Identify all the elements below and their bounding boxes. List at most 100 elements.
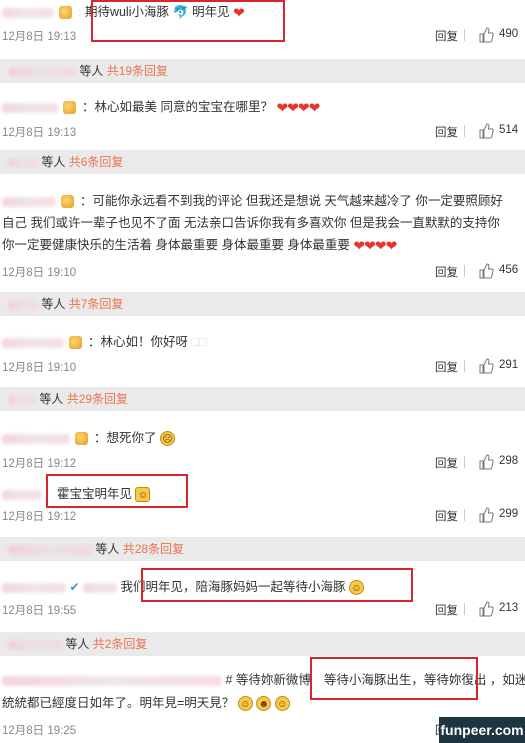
blurred-username: [2, 7, 54, 18]
comment-body: ：想死你了: [93, 431, 157, 445]
comment-date: 12月8日 19:10: [2, 362, 77, 374]
like-count: 514: [499, 124, 519, 136]
like-count: 456: [499, 264, 519, 276]
blurred-username: [2, 196, 56, 207]
comment-meta: 12月8日 19:12 回复 298: [0, 454, 525, 472]
highlight-box: [46, 474, 188, 508]
like-icon[interactable]: [478, 507, 494, 523]
like-icon[interactable]: [478, 454, 494, 470]
sub-people: 等人: [41, 155, 66, 169]
like-icon[interactable]: [478, 123, 494, 139]
comment: ：林心如！你好呀 □□: [0, 332, 525, 352]
like-icon[interactable]: [478, 263, 494, 279]
heart-icon: ❤❤❤❤: [353, 237, 397, 254]
sub-replies-bar[interactable]: 等人 共7条回复: [0, 292, 525, 316]
comment-body: ：林心如最美 同意的宝宝在哪里？: [81, 100, 273, 114]
sub-people: 等人: [95, 542, 120, 556]
divider: [464, 456, 465, 468]
blurred-username: [83, 582, 118, 593]
sub-people: 等人: [65, 637, 90, 651]
comment-date: 12月8日 19:10: [2, 267, 77, 279]
sub-replies-bar[interactable]: 等人 共28条回复: [0, 537, 525, 561]
reply-button[interactable]: 回复: [435, 28, 458, 44]
divider: [464, 29, 465, 41]
comment-date: 12月8日 19:55: [2, 605, 77, 617]
sub-replies-bar[interactable]: 等人 共2条回复: [0, 632, 525, 656]
comment-date: 12月8日 19:12: [2, 511, 77, 523]
comment-body: ：可能你永远看不到我的评论 但我还是想说 天气越来越冷了 你一定要照顾好自己 我…: [2, 194, 503, 252]
laugh-face-icon: ☺: [237, 696, 253, 712]
comment-date: 12月8日 19:25: [2, 725, 77, 737]
sub-replies-bar[interactable]: 等人 共29条回复: [0, 387, 525, 411]
like-count: 213: [499, 602, 519, 614]
comment-date: 12月8日 19:12: [2, 458, 77, 470]
comment-meta: 12月8日 19:10 回复 456: [0, 263, 525, 281]
comment: ：想死你了 ☹: [0, 428, 525, 448]
comment: ：林心如最美 同意的宝宝在哪里？ ❤❤❤❤: [0, 97, 525, 118]
comment-prefix: # 等待妳新微博: [225, 673, 311, 687]
comment-meta: 12月8日 19:10 回复 291: [0, 358, 525, 376]
comment-body: ：林心如！你好呀: [87, 335, 188, 349]
badge-icon: [61, 195, 75, 209]
comment-date: 12月8日 19:13: [2, 31, 77, 43]
grin-face-icon: ☺: [274, 696, 290, 712]
highlight-box: [141, 568, 413, 602]
comment-text: ：可能你永远看不到我的评论 但我还是想说 天气越来越冷了 你一定要照顾好自己 我…: [0, 190, 519, 257]
sub-replies-bar[interactable]: 等人 共19条回复: [0, 59, 525, 83]
wink-face-icon: ☻: [256, 696, 272, 712]
comment-text: ：林心如！你好呀 □□: [0, 332, 525, 352]
comment-text: ：想死你了 ☹: [0, 428, 525, 448]
more-replies-link[interactable]: 共7条回复: [69, 297, 124, 311]
sub-people: 等人: [39, 392, 64, 406]
more-replies-link[interactable]: 共2条回复: [93, 637, 148, 651]
blurred-username: [8, 394, 36, 405]
reply-button[interactable]: 回复: [435, 602, 458, 618]
highlight-box: [91, 0, 285, 42]
more-replies-link[interactable]: 共6条回复: [69, 155, 124, 169]
blurred-username: [8, 544, 92, 555]
more-replies-link[interactable]: 共19条回复: [107, 64, 168, 78]
blurred-username: [2, 337, 64, 348]
comment-meta: 12月8日 19:12 回复 299: [0, 507, 525, 525]
comment-meta: 12月8日 19:13 回复 514: [0, 123, 525, 141]
blurred-username: [2, 433, 70, 444]
divider: [464, 265, 465, 277]
sad-face-icon: ☹: [159, 431, 175, 447]
comment-text: ：林心如最美 同意的宝宝在哪里？ ❤❤❤❤: [0, 97, 525, 118]
divider: [464, 509, 465, 521]
like-count: 291: [499, 359, 519, 371]
ghost-emoji: □□: [191, 335, 207, 349]
heart-icon: ❤❤❤❤: [276, 99, 320, 116]
like-count: 298: [499, 455, 519, 467]
blurred-username: [8, 157, 38, 168]
like-count: 490: [499, 28, 519, 40]
verified-icon: ✔: [69, 580, 80, 594]
blurred-username: [2, 582, 66, 593]
sub-replies-bar[interactable]: 等人 共6条回复: [0, 150, 525, 174]
badge-icon: [59, 6, 73, 20]
reply-button[interactable]: 回复: [435, 124, 458, 140]
comment-meta: 12月8日 19:55 回复 213: [0, 601, 525, 619]
like-icon[interactable]: [478, 601, 494, 617]
reply-button[interactable]: 回复: [435, 359, 458, 375]
blurred-username: [8, 66, 76, 77]
reply-button[interactable]: 回复: [435, 508, 458, 524]
comment-date: 12月8日 19:13: [2, 127, 77, 139]
reply-button[interactable]: 回复: [435, 264, 458, 280]
more-replies-link[interactable]: 共29条回复: [67, 392, 128, 406]
badge-icon: [63, 101, 77, 115]
comment: ：可能你永远看不到我的评论 但我还是想说 天气越来越冷了 你一定要照顾好自己 我…: [0, 190, 525, 257]
more-replies-link[interactable]: 共28条回复: [123, 542, 184, 556]
highlight-box: [310, 657, 478, 700]
comment-body-end: ，如迷: [489, 673, 525, 687]
like-icon[interactable]: [478, 27, 494, 43]
divider: [464, 125, 465, 137]
divider: [464, 603, 465, 615]
badge-icon: [69, 336, 83, 350]
like-icon[interactable]: [478, 358, 494, 374]
like-count: 299: [499, 508, 519, 520]
badge-icon: [75, 432, 89, 446]
blurred-username: [8, 299, 38, 310]
reply-button[interactable]: 回复: [435, 455, 458, 471]
blurred-username: [2, 102, 58, 113]
